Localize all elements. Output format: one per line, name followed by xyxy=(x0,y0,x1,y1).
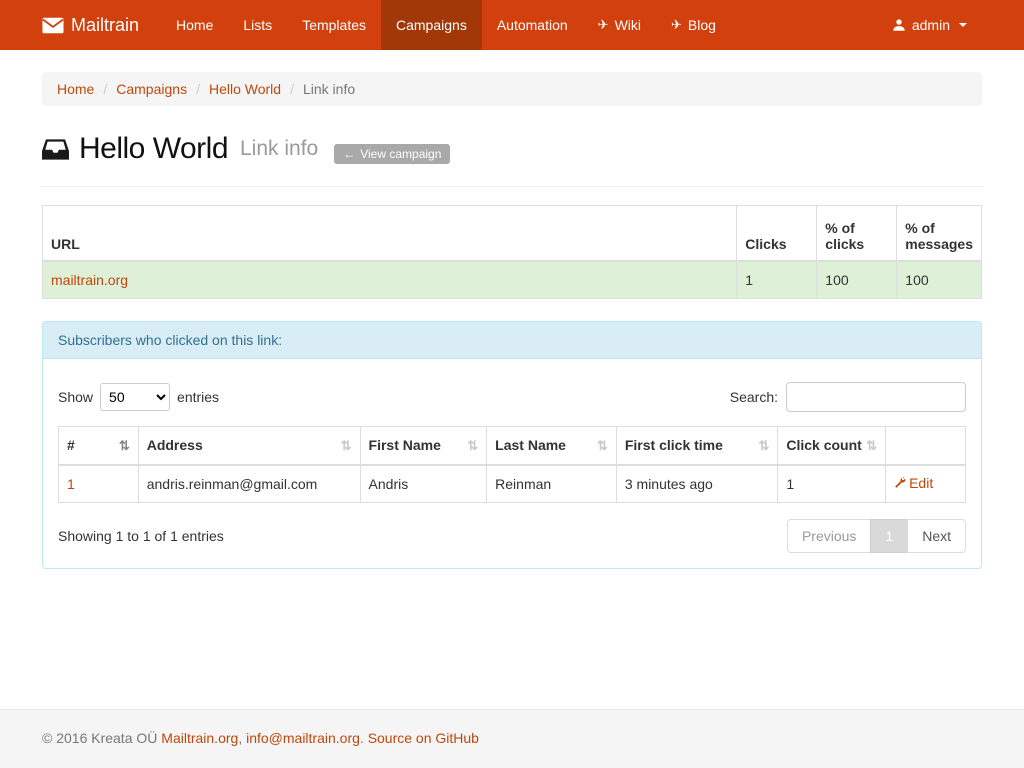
table-info: Showing 1 to 1 of 1 entries xyxy=(58,528,224,544)
brand-logo[interactable]: Mailtrain xyxy=(42,0,149,50)
show-label: Show xyxy=(58,389,93,405)
entries-label: entries xyxy=(177,389,219,405)
breadcrumb-separator: / xyxy=(290,81,294,97)
inbox-icon xyxy=(42,137,69,162)
column-header-pct-clicks: % of clicks xyxy=(817,206,897,261)
breadcrumb: Home / Campaigns / Hello World / Link in… xyxy=(42,72,982,106)
page-title: Hello World xyxy=(79,132,228,166)
pagination-next[interactable]: Next xyxy=(907,519,966,553)
footer: © 2016 Kreata OÜ Mailtrain.org, info@mai… xyxy=(0,709,1024,768)
pagination-previous[interactable]: Previous xyxy=(787,519,871,553)
wrench-icon xyxy=(894,477,906,489)
column-header-click-count[interactable]: Click count⇅ xyxy=(778,427,886,465)
spacer xyxy=(0,569,1024,709)
sort-icon: ⇅ xyxy=(758,439,769,452)
column-header-pct-messages: % of messages xyxy=(897,206,982,261)
page-length-control: Show 50 entries xyxy=(58,383,219,411)
pagination-page-1[interactable]: 1 xyxy=(870,519,908,553)
nav-item-automation[interactable]: Automation xyxy=(482,0,583,50)
subscribers-table: #⇅ Address⇅ First Name⇅ Last Name⇅ First… xyxy=(58,426,966,503)
chevron-left-icon: ← xyxy=(343,147,355,161)
address-value: andris.reinman@gmail.com xyxy=(138,465,360,503)
main-content: Home / Campaigns / Hello World / Link in… xyxy=(27,50,997,569)
edit-link[interactable]: Edit xyxy=(894,475,933,491)
table-row: 1 andris.reinman@gmail.com Andris Reinma… xyxy=(59,465,966,503)
navbar: Mailtrain Home Lists Templates Campaigns… xyxy=(0,0,1024,50)
plane-icon: ✈ xyxy=(671,17,682,33)
sort-icon: ⇅ xyxy=(597,439,608,452)
pct-clicks-value: 100 xyxy=(817,261,897,299)
pagination: Previous 1 Next xyxy=(788,519,966,553)
sort-icon: ⇅ xyxy=(467,439,478,452)
footer-separator: . xyxy=(360,730,364,746)
plane-icon: ✈ xyxy=(598,17,609,33)
table-row: mailtrain.org 1 100 100 xyxy=(43,261,982,299)
breadcrumb-home[interactable]: Home xyxy=(57,81,94,97)
first-click-time-value: 3 minutes ago xyxy=(616,465,778,503)
main-nav: Home Lists Templates Campaigns Automatio… xyxy=(161,0,731,50)
user-name: admin xyxy=(912,17,950,33)
github-link[interactable]: Source on GitHub xyxy=(368,730,479,746)
column-header-actions xyxy=(886,427,966,465)
nav-item-home[interactable]: Home xyxy=(161,0,228,50)
divider xyxy=(42,186,982,187)
column-header-first-click-time[interactable]: First click time⇅ xyxy=(616,427,778,465)
sort-icon: ⇅ xyxy=(119,439,130,452)
clicks-value: 1 xyxy=(737,261,817,299)
search-input[interactable] xyxy=(786,382,966,412)
breadcrumb-separator: / xyxy=(196,81,200,97)
page-length-select[interactable]: 50 xyxy=(100,383,170,411)
mail-logo-icon xyxy=(42,17,64,34)
breadcrumb-campaigns[interactable]: Campaigns xyxy=(116,81,187,97)
page-subtitle: Link info xyxy=(240,137,318,161)
last-name-value: Reinman xyxy=(487,465,617,503)
sort-icon: ⇅ xyxy=(341,439,352,452)
view-campaign-button[interactable]: ← View campaign xyxy=(334,144,450,164)
search-label: Search: xyxy=(730,389,778,405)
user-menu[interactable]: admin xyxy=(877,0,982,50)
copyright-text: © 2016 Kreata OÜ xyxy=(42,730,157,746)
column-header-last-name[interactable]: Last Name⇅ xyxy=(487,427,617,465)
url-link[interactable]: mailtrain.org xyxy=(51,272,128,288)
click-count-value: 1 xyxy=(778,465,886,503)
user-icon xyxy=(892,18,906,32)
page-header: Hello World Link info ← View campaign xyxy=(42,132,982,166)
nav-item-campaigns[interactable]: Campaigns xyxy=(381,0,482,50)
sort-icon: ⇅ xyxy=(866,439,877,452)
nav-item-lists[interactable]: Lists xyxy=(228,0,287,50)
search-control: Search: xyxy=(730,382,966,412)
nav-item-wiki[interactable]: ✈Wiki xyxy=(583,0,656,50)
subscribers-panel: Subscribers who clicked on this link: Sh… xyxy=(42,321,982,569)
breadcrumb-campaign[interactable]: Hello World xyxy=(209,81,281,97)
brand-name: Mailtrain xyxy=(71,15,139,36)
column-header-address[interactable]: Address⇅ xyxy=(138,427,360,465)
email-link[interactable]: info@mailtrain.org xyxy=(246,730,360,746)
column-header-url: URL xyxy=(43,206,737,261)
column-header-first-name[interactable]: First Name⇅ xyxy=(360,427,487,465)
link-stats-table: URL Clicks % of clicks % of messages mai… xyxy=(42,205,982,299)
pct-messages-value: 100 xyxy=(897,261,982,299)
breadcrumb-current: Link info xyxy=(303,81,355,97)
column-header-num[interactable]: #⇅ xyxy=(59,427,139,465)
breadcrumb-separator: / xyxy=(103,81,107,97)
panel-title: Subscribers who clicked on this link: xyxy=(43,322,981,359)
nav-item-blog[interactable]: ✈Blog xyxy=(656,0,731,50)
caret-down-icon xyxy=(959,23,967,27)
footer-separator: , xyxy=(238,730,242,746)
nav-item-templates[interactable]: Templates xyxy=(287,0,381,50)
row-number: 1 xyxy=(59,465,139,503)
column-header-clicks: Clicks xyxy=(737,206,817,261)
mailtrain-link[interactable]: Mailtrain.org xyxy=(161,730,238,746)
first-name-value: Andris xyxy=(360,465,487,503)
